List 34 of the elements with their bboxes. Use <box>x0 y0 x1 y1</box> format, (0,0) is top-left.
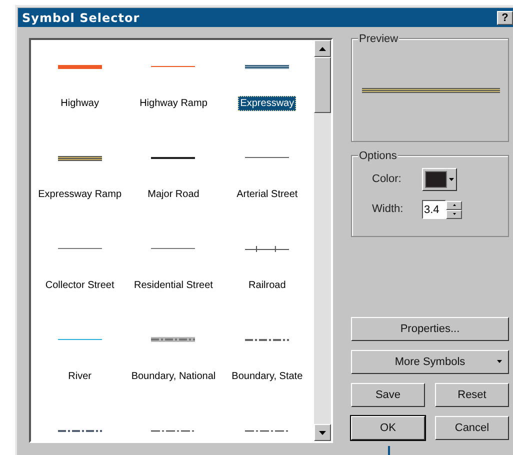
scrollbar[interactable] <box>314 40 331 441</box>
symbol-label[interactable]: Boundary, National <box>129 369 218 384</box>
button[interactable]: Save <box>351 383 425 407</box>
triangle-down-icon <box>319 430 326 434</box>
scroll-down-button[interactable] <box>314 424 331 441</box>
scroll-thumb[interactable] <box>314 57 331 113</box>
triangle-up-icon <box>319 46 326 50</box>
button[interactable]: Reset <box>435 383 509 407</box>
symbol-label[interactable]: Highway Ramp <box>138 96 210 111</box>
field-label: Color: <box>372 172 402 188</box>
symbol-label[interactable]: Residential Street <box>132 278 215 293</box>
scroll-up-button[interactable] <box>314 40 331 57</box>
help-button[interactable]: ? <box>497 10 513 24</box>
symbol-label[interactable]: Highway <box>58 96 101 111</box>
symbol-label[interactable]: River <box>66 369 94 384</box>
button[interactable]: OK <box>351 416 425 440</box>
window-title: Symbol Selector <box>22 10 140 26</box>
width-field[interactable]: 3.4 <box>422 200 446 219</box>
symbol-label[interactable]: Expressway Ramp <box>36 187 124 202</box>
symbol-label[interactable]: Major Road <box>146 187 202 202</box>
symbol-label[interactable]: Collector Street <box>43 278 116 293</box>
dropdown-button[interactable]: More Symbols <box>351 350 509 374</box>
symbol-label[interactable]: Boundary, State <box>230 369 305 384</box>
caret-icon <box>449 178 454 181</box>
color-picker-button[interactable] <box>422 168 457 191</box>
symbol-label[interactable]: Arterial Street <box>234 187 300 202</box>
button[interactable]: Cancel <box>435 416 509 440</box>
caret-icon <box>497 360 502 363</box>
symbol-label[interactable]: Expressway <box>238 96 296 111</box>
field-label: Width: <box>372 202 404 218</box>
panel-title: Options <box>358 148 398 164</box>
symbol-label[interactable]: Railroad <box>246 278 288 293</box>
spin-buttons[interactable] <box>446 200 462 218</box>
button[interactable]: Properties... <box>351 317 509 341</box>
